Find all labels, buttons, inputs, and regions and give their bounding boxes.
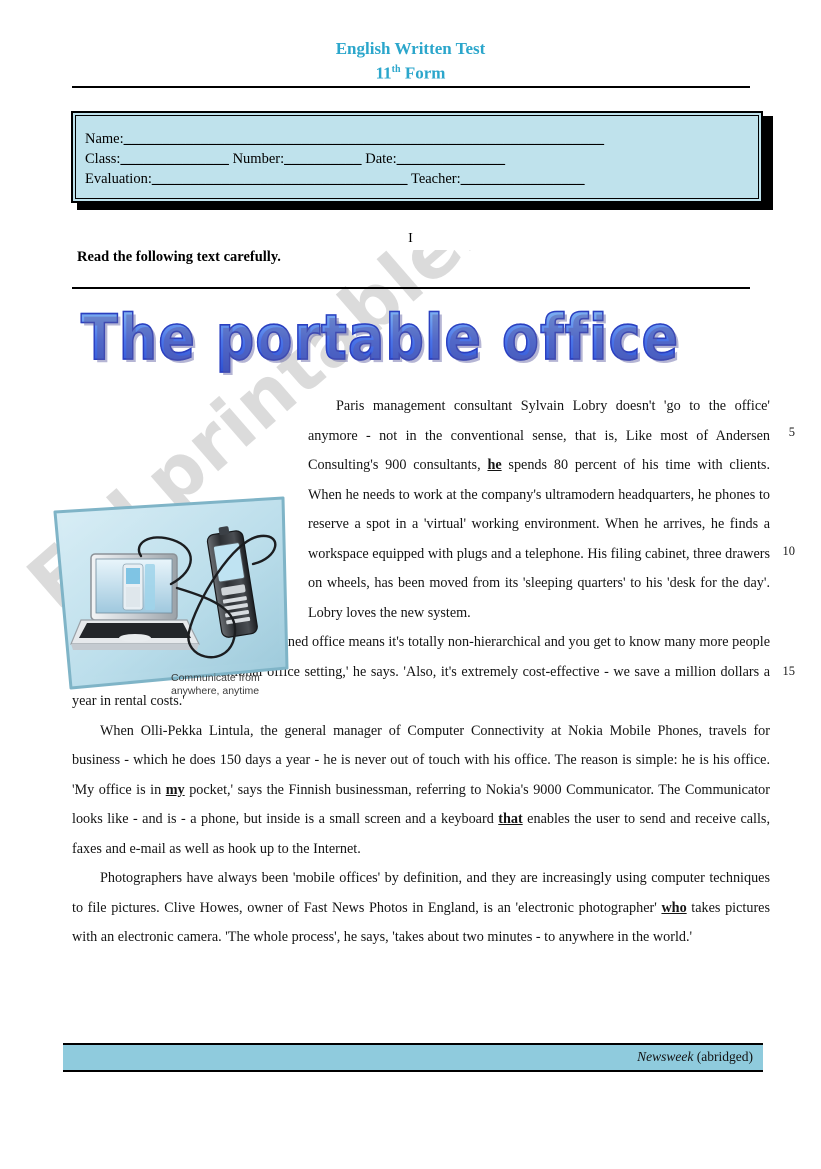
article-paragraph-4: Photographers have always been 'mobile o… [72, 870, 770, 945]
form-number: 11 [375, 63, 392, 83]
evaluation-label: Evaluation: [85, 171, 152, 187]
name-row: Name:___________________________________… [85, 129, 753, 149]
date-label: Date: [365, 151, 397, 167]
line-number-15: 15 [782, 664, 796, 678]
article-paragraph-3: When Olli-Pekka Lintula, the general man… [72, 722, 771, 857]
number-label: Number: [232, 151, 285, 167]
line-number-10: 10 [782, 544, 796, 558]
evaluation-teacher-row: Evaluation:_____________________________… [85, 169, 753, 189]
emphasised-word: my [165, 781, 185, 798]
source-footer: Newsweek (abridged) [63, 1043, 763, 1072]
evaluation-field[interactable]: _________________________________ [152, 171, 408, 187]
page-title-line1: English Written Test [335, 39, 486, 58]
worksheet-page: English Written Test 11th Form Name:____… [0, 0, 821, 1169]
emphasised-word: he [487, 457, 502, 473]
illustration-caption-line2: anywhere, anytime [171, 685, 260, 697]
page-title: English Written Test 11th Form [0, 38, 821, 84]
name-field[interactable]: ________________________________________… [124, 131, 605, 147]
name-label: Name: [85, 131, 124, 147]
emphasised-word: who [661, 899, 687, 916]
class-number-date-row: Class:______________ Number:__________ D… [85, 149, 753, 169]
illustration-caption: Communicate from anywhere, anytime [171, 672, 289, 698]
illustration-laptop-phone: Communicate from anywhere, anytime [47, 492, 295, 704]
number-field[interactable]: __________ [284, 151, 362, 167]
identification-box: Name:___________________________________… [71, 111, 763, 203]
article-title: The portable office [0, 300, 760, 374]
source-note: (abridged) [693, 1049, 753, 1064]
class-field[interactable]: ______________ [120, 151, 229, 167]
date-field[interactable]: ______________ [397, 151, 506, 167]
form-ordinal-suffix: th [391, 64, 401, 75]
article-title-text: The portable office [80, 300, 680, 374]
form-word: Form [400, 63, 446, 83]
page-title-line2: 11th Form [0, 59, 821, 84]
section-divider [72, 287, 750, 289]
teacher-label: Teacher: [410, 171, 461, 187]
line-number-5: 5 [788, 425, 795, 439]
illustration-caption-line1: Communicate from [171, 672, 260, 684]
source-name: Newsweek [637, 1049, 694, 1064]
section-numeral: I [408, 231, 413, 246]
reading-instruction: Read the following text carefully. [77, 249, 281, 265]
header-divider [72, 86, 750, 88]
teacher-field[interactable]: ________________ [461, 171, 585, 187]
emphasised-word: that [498, 811, 523, 827]
class-label: Class: [85, 151, 121, 167]
source-credit: Newsweek (abridged) [637, 1049, 753, 1065]
